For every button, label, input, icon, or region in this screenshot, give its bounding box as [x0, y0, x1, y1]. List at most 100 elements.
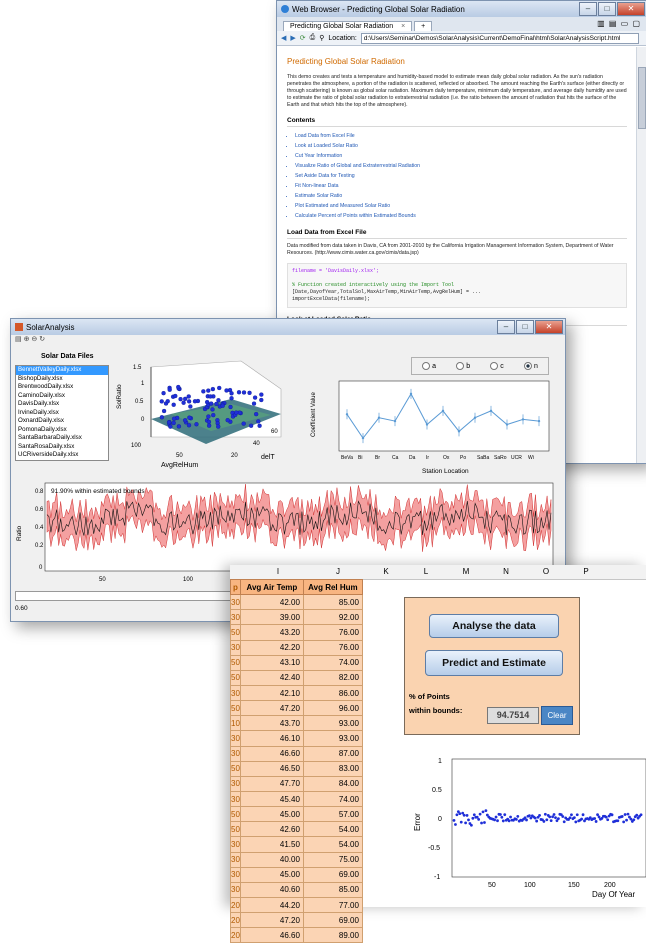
table-cell[interactable]: 57.00: [302, 806, 363, 823]
table-cell[interactable]: 50: [230, 821, 241, 838]
column-letter[interactable]: J: [310, 567, 366, 576]
list-item[interactable]: BrentwoodDaily.xlsx: [16, 383, 108, 392]
table-cell[interactable]: 39.00: [239, 609, 304, 626]
list-item[interactable]: UCRiversideDaily.xlsx: [16, 451, 108, 460]
table-cell[interactable]: 47.20: [239, 700, 304, 717]
close-button[interactable]: ✕: [617, 2, 645, 16]
analyse-button[interactable]: Analyse the data: [429, 614, 559, 638]
table-cell[interactable]: 45.00: [239, 866, 304, 883]
table-cell[interactable]: 54.00: [302, 821, 363, 838]
refresh-icon[interactable]: ⟳: [300, 34, 306, 42]
radio-dot-selected[interactable]: [523, 362, 532, 370]
table-cell[interactable]: 46.60: [239, 927, 304, 943]
scrollbar-thumb[interactable]: [638, 67, 646, 129]
list-item[interactable]: SantaRosaDaily.xlsx: [16, 443, 108, 452]
forward-icon[interactable]: ▶: [290, 34, 295, 42]
table-cell[interactable]: 74.00: [302, 790, 363, 808]
table-cell[interactable]: 74.00: [302, 654, 363, 671]
table-cell[interactable]: 45.40: [239, 790, 304, 808]
tab-close-icon[interactable]: ×: [401, 23, 405, 30]
column-letter[interactable]: O: [526, 567, 566, 576]
coefficient-plot[interactable]: Coefficient Value BeVa Bi Br Ca Da Ir Ox Po SaBa…: [307, 377, 559, 477]
table-cell[interactable]: 75.00: [302, 851, 363, 868]
zoom-out-icon[interactable]: ⊖: [31, 336, 37, 343]
column-letter[interactable]: K: [366, 567, 406, 576]
table-cell[interactable]: 96.00: [302, 700, 363, 717]
table-cell[interactable]: 93.00: [302, 730, 363, 747]
list-item[interactable]: BishopDaily.xlsx: [16, 375, 108, 384]
table-cell[interactable]: 46.50: [239, 760, 304, 777]
table-cell[interactable]: 41.50: [239, 836, 304, 853]
table-cell[interactable]: 54.00: [302, 836, 363, 853]
table-cell[interactable]: 83.00: [302, 760, 363, 777]
clear-button[interactable]: Clear: [541, 706, 573, 725]
table-cell[interactable]: 89.00: [302, 927, 363, 943]
header-cell[interactable]: Avg Air Temp: [239, 578, 304, 596]
table-cell[interactable]: 50: [230, 654, 241, 671]
table-cell[interactable]: 84.00: [302, 775, 363, 792]
table-cell[interactable]: 50: [230, 624, 241, 641]
radio-c[interactable]: c: [490, 362, 504, 370]
list-item[interactable]: PomonaDaily.xlsx: [16, 426, 108, 435]
table-cell[interactable]: 42.40: [239, 669, 304, 686]
table-cell[interactable]: 69.00: [302, 866, 363, 883]
contents-link[interactable]: Look at Loaded Solar Ratio: [295, 141, 627, 151]
error-plot[interactable]: 1 0.5 0 -0.5 -1 Error 50 100 150 200 Day…: [400, 751, 646, 907]
predict-button[interactable]: Predict and Estimate: [425, 650, 563, 676]
location-field[interactable]: d:\Users\Seminar\Demos\SolarAnalysis\Cur…: [360, 32, 639, 44]
table-cell[interactable]: 85.00: [302, 881, 363, 898]
header-cell[interactable]: p: [230, 578, 241, 596]
table-cell[interactable]: 30: [230, 639, 241, 656]
radio-dot[interactable]: [490, 362, 499, 370]
list-item[interactable]: IrvineDaily.xlsx: [16, 409, 108, 418]
list-item[interactable]: SantaBarbaraDaily.xlsx: [16, 434, 108, 443]
open-icon[interactable]: ▤: [15, 336, 22, 343]
contents-link[interactable]: Visualize Ratio of Global and Extraterre…: [295, 161, 627, 171]
maximize-button[interactable]: □: [516, 320, 534, 334]
table-cell[interactable]: 46.60: [239, 745, 304, 762]
table-cell[interactable]: 46.10: [239, 730, 304, 747]
table-cell[interactable]: 40.00: [239, 851, 304, 868]
table-cell[interactable]: 85.00: [302, 594, 363, 611]
table-cell[interactable]: 87.00: [302, 745, 363, 762]
table-cell[interactable]: 43.70: [239, 715, 304, 732]
table-cell[interactable]: 50: [230, 760, 241, 777]
table-cell[interactable]: 93.00: [302, 715, 363, 732]
pct-value-field[interactable]: 94.7514: [487, 707, 539, 724]
table-cell[interactable]: 20: [230, 896, 241, 914]
surface-plot[interactable]: 1.5 1 0.5 0 SolRatio 100 50 20 40 60 Avg…: [111, 359, 301, 469]
table-cell[interactable]: 30: [230, 790, 241, 808]
list-item[interactable]: OxnardDaily.xlsx: [16, 417, 108, 426]
contents-link[interactable]: Plot Estimated and Measured Solar Ratio: [295, 201, 627, 211]
table-cell[interactable]: 20: [230, 912, 241, 929]
layout-icons[interactable]: ▥ ▤ ▭ ▢: [597, 19, 641, 28]
minimize-button[interactable]: –: [497, 320, 515, 334]
table-cell[interactable]: 42.10: [239, 684, 304, 702]
vertical-scrollbar[interactable]: [636, 47, 646, 463]
column-letter[interactable]: I: [246, 567, 310, 576]
contents-link[interactable]: Estimate Solar Ratio: [295, 191, 627, 201]
contents-link[interactable]: Load Data from Excel File: [295, 131, 627, 141]
table-cell[interactable]: 44.20: [239, 896, 304, 914]
column-letter[interactable]: M: [446, 567, 486, 576]
table-cell[interactable]: 30: [230, 836, 241, 853]
table-cell[interactable]: 30: [230, 745, 241, 762]
table-cell[interactable]: 30: [230, 594, 241, 611]
table-cell[interactable]: 76.00: [302, 624, 363, 641]
rotate-icon[interactable]: ↻: [39, 336, 45, 343]
table-cell[interactable]: 50: [230, 700, 241, 717]
column-letter[interactable]: N: [486, 567, 526, 576]
back-icon[interactable]: ◀: [281, 34, 286, 42]
table-cell[interactable]: 20: [230, 927, 241, 943]
minimize-button[interactable]: –: [579, 2, 597, 16]
radio-a[interactable]: a: [422, 362, 436, 370]
browser-tab[interactable]: Predicting Global Solar Radiation ×: [283, 21, 413, 31]
table-cell[interactable]: 30: [230, 851, 241, 868]
new-tab-button[interactable]: +: [414, 21, 433, 31]
contents-link[interactable]: Cut Year Information: [295, 151, 627, 161]
table-cell[interactable]: 42.00: [239, 594, 304, 611]
table-cell[interactable]: 92.00: [302, 609, 363, 626]
table-cell[interactable]: 30: [230, 609, 241, 626]
table-cell[interactable]: 50: [230, 669, 241, 686]
radio-n[interactable]: n: [523, 362, 538, 370]
